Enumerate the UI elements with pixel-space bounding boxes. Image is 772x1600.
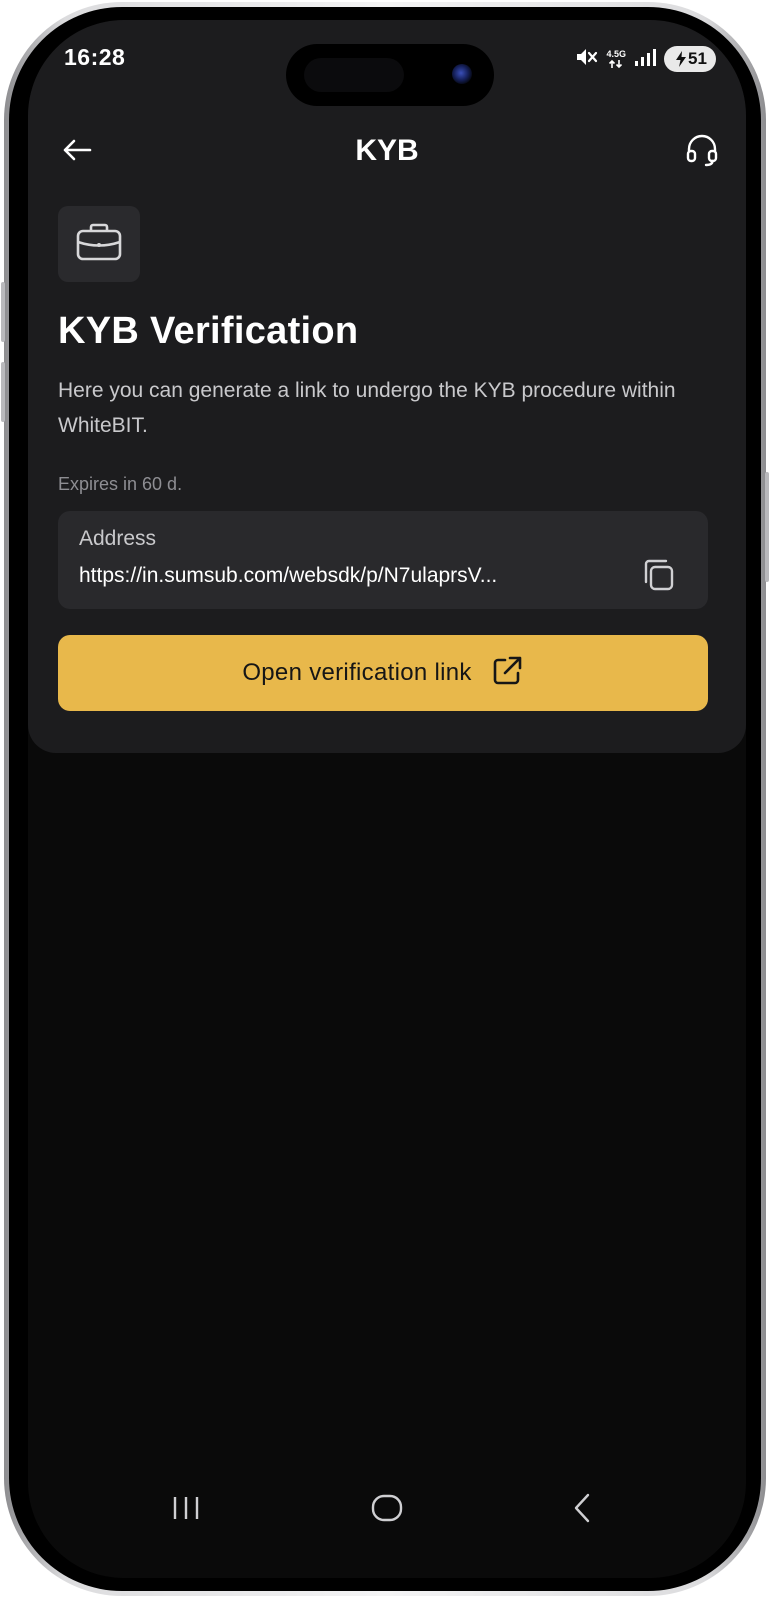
expiry-text: Expires in 60 d. bbox=[58, 474, 183, 494]
network-type: 4.5G bbox=[606, 49, 626, 69]
kyb-icon-tile bbox=[58, 206, 140, 282]
description-text: Here you can generate a link to undergo … bbox=[58, 379, 676, 437]
status-icons: 4.5G 51 bbox=[574, 44, 716, 74]
briefcase-icon bbox=[76, 222, 122, 267]
home-button[interactable] bbox=[357, 1488, 417, 1532]
mute-icon bbox=[574, 46, 598, 73]
power-button bbox=[765, 472, 769, 582]
sensor-housing bbox=[304, 58, 404, 92]
home-icon bbox=[371, 1494, 403, 1527]
status-time: 16:28 bbox=[64, 44, 126, 70]
phone-frame: 16:28 4.5G 51 KYB KYB Verification Here … bbox=[1, 2, 769, 1596]
screen: 16:28 4.5G 51 KYB KYB Verification Here … bbox=[28, 20, 746, 1578]
status-bar: 16:28 4.5G 51 bbox=[28, 20, 746, 106]
external-link-icon bbox=[490, 654, 524, 693]
support-button[interactable] bbox=[678, 128, 726, 176]
app-header: KYB bbox=[28, 120, 746, 184]
volume-button bbox=[1, 362, 5, 422]
dynamic-island bbox=[286, 44, 494, 106]
signal-icon bbox=[634, 47, 656, 72]
open-button-label: Open verification link bbox=[242, 659, 472, 686]
battery-indicator: 51 bbox=[664, 46, 716, 72]
data-arrows-icon bbox=[609, 59, 623, 68]
front-camera bbox=[452, 64, 472, 84]
headset-icon bbox=[684, 132, 720, 173]
charging-bolt-icon bbox=[676, 51, 687, 67]
address-label: Address bbox=[79, 527, 157, 550]
nav-back-icon bbox=[572, 1493, 592, 1528]
recents-button[interactable] bbox=[156, 1488, 216, 1532]
header-title: KYB bbox=[355, 134, 419, 167]
open-verification-link-button[interactable]: Open verification link bbox=[58, 635, 708, 711]
system-back-button[interactable] bbox=[552, 1488, 612, 1532]
copy-icon bbox=[640, 557, 676, 598]
kyb-panel: 16:28 4.5G 51 KYB KYB Verification Here … bbox=[28, 20, 746, 753]
page-title: KYB Verification bbox=[58, 310, 359, 352]
address-value[interactable]: https://in.sumsub.com/websdk/p/N7ulaprsV… bbox=[79, 564, 619, 588]
system-nav-bar bbox=[28, 1480, 746, 1540]
copy-button[interactable] bbox=[638, 557, 678, 597]
recents-icon bbox=[171, 1495, 201, 1526]
volume-button bbox=[1, 282, 5, 342]
battery-level: 51 bbox=[688, 49, 707, 68]
address-field: Address https://in.sumsub.com/websdk/p/N… bbox=[58, 511, 708, 609]
